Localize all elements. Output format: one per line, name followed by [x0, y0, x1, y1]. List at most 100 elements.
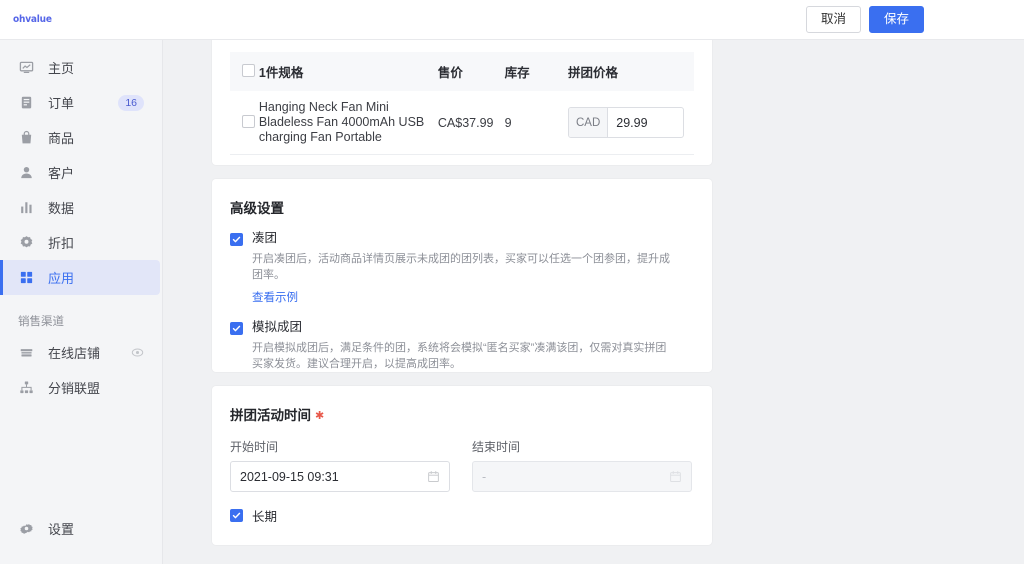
- group-buy-description: 开启凑团后，活动商品详情页展示未成团的团列表，买家可以任选一个团参团，提升成团率…: [252, 253, 670, 281]
- product-bag-icon: [18, 129, 35, 146]
- spec-table: 1件规格 售价 库存 拼团价格 Hanging Neck Fan Mini Bl…: [230, 52, 694, 155]
- currency-prefix: CAD: [569, 108, 609, 137]
- group-price-input[interactable]: 29.99: [608, 108, 683, 137]
- sidebar-bottom: 设置: [0, 511, 162, 564]
- view-example-link[interactable]: 查看示例: [252, 289, 298, 305]
- top-bar: ohvalue 取消 保存: [0, 0, 1024, 40]
- sidebar-item-settings[interactable]: 设置: [0, 511, 160, 546]
- sidebar-item-label: 应用: [48, 271, 75, 286]
- sidebar-item-label: 数据: [48, 201, 75, 216]
- sidebar-item-label: 分销联盟: [48, 381, 101, 396]
- sidebar-item-distribution[interactable]: 分销联盟: [0, 370, 160, 405]
- activity-time-card: 拼团活动时间 ✱ 开始时间 2021-09-15 09:31 结束时间 - 长期: [212, 386, 712, 545]
- required-indicator: ✱: [315, 410, 325, 422]
- simulated-group-checkbox[interactable]: [230, 322, 243, 335]
- calendar-icon: [669, 470, 682, 483]
- brand-logo[interactable]: ohvalue: [0, 0, 163, 40]
- end-time-input[interactable]: -: [472, 461, 692, 492]
- sidebar-item-orders[interactable]: 订单 16: [0, 85, 160, 120]
- date-row: 开始时间 2021-09-15 09:31 结束时间 -: [230, 438, 694, 492]
- option-group-buy-row: 凑团 开启凑团后，活动商品详情页展示未成团的团列表，买家可以任选一个团参团，提升…: [230, 231, 694, 306]
- spec-table-body: Hanging Neck Fan Mini Bladeless Fan 4000…: [230, 91, 694, 155]
- group-buy-content: 凑团 开启凑团后，活动商品详情页展示未成团的团列表，买家可以任选一个团参团，提升…: [252, 231, 694, 306]
- sidebar-item-home[interactable]: 主页: [0, 50, 160, 85]
- orders-icon: [18, 94, 35, 111]
- option-group-buy: 凑团 开启凑团后，活动商品详情页展示未成团的团列表，买家可以任选一个团参团，提升…: [230, 231, 694, 306]
- apps-grid-icon: [18, 269, 35, 286]
- sidebar-item-label: 订单: [48, 96, 75, 111]
- sidebar-item-label: 主页: [48, 61, 75, 76]
- end-time-field: 结束时间 -: [472, 438, 692, 492]
- option-simulated-group: 模拟成团 开启模拟成团后，满足条件的团，系统将会模拟“匿名买家”凑满该团，仅需对…: [230, 320, 694, 372]
- long-term-row: 长期: [230, 506, 694, 525]
- sidebar-item-discounts[interactable]: 折扣: [0, 225, 160, 260]
- main-content: 折扣价 1件规格 售价 库存 拼团价格: [163, 40, 1024, 564]
- start-time-value: 2021-09-15 09:31: [240, 469, 339, 484]
- product-name: Hanging Neck Fan Mini Bladeless Fan 4000…: [258, 100, 425, 144]
- end-time-label: 结束时间: [472, 440, 521, 454]
- group-buy-checkbox[interactable]: [230, 233, 243, 246]
- simulated-group-label: 模拟成团: [252, 320, 303, 334]
- column-header-group-price: 拼团价格: [568, 52, 694, 91]
- store-icon: [18, 344, 35, 361]
- start-time-label: 开始时间: [230, 440, 279, 454]
- long-term-label: 长期: [252, 510, 278, 524]
- row-select-cell: [230, 91, 259, 155]
- sidebar-item-label: 商品: [48, 131, 75, 146]
- advanced-settings-title: 高级设置: [230, 201, 284, 216]
- top-save-button[interactable]: 保存: [868, 6, 924, 33]
- sidebar-item-products[interactable]: 商品: [0, 120, 160, 155]
- spec-table-header-row: 1件规格 售价 库存 拼团价格: [230, 52, 694, 91]
- sidebar-item-online-store[interactable]: 在线店铺: [0, 335, 160, 370]
- row-select-checkbox[interactable]: [242, 114, 255, 128]
- discount-price-heading: 折扣价: [230, 40, 694, 42]
- end-time-value: -: [482, 469, 487, 484]
- start-time-field: 开始时间 2021-09-15 09:31: [230, 438, 450, 492]
- app-root: ohvalue 取消 保存 主页 订单 16 商品 客户 数据 折扣 应用 销售…: [0, 0, 1024, 564]
- advanced-settings-card: 高级设置 凑团 开启凑团后，活动商品详情页展示未成团的团列表，买家可以任选一个团…: [212, 179, 712, 372]
- distribution-icon: [18, 379, 35, 396]
- sidebar-item-customers[interactable]: 客户: [0, 155, 160, 190]
- eye-icon[interactable]: [131, 346, 144, 359]
- row-price: CA$37.99: [437, 91, 505, 155]
- customer-icon: [18, 164, 35, 181]
- column-header-price: 售价: [437, 52, 505, 91]
- column-header-stock: 库存: [504, 52, 568, 91]
- start-time-input[interactable]: 2021-09-15 09:31: [230, 461, 450, 492]
- select-all-header: [230, 52, 259, 91]
- gear-icon: [18, 520, 35, 537]
- group-price-input-wrapper[interactable]: CAD 29.99: [568, 107, 684, 138]
- sidebar-item-label: 客户: [48, 166, 75, 181]
- column-header-spec: 1件规格: [258, 52, 438, 91]
- select-all-checkbox[interactable]: [242, 63, 255, 77]
- sidebar-item-analytics[interactable]: 数据: [0, 190, 160, 225]
- activity-time-title-text: 拼团活动时间: [230, 408, 311, 423]
- sidebar-nav-list: 主页 订单 16 商品 客户 数据 折扣 应用: [0, 50, 162, 295]
- orders-count-badge: 16: [118, 94, 144, 111]
- sidebar: 主页 订单 16 商品 客户 数据 折扣 应用 销售渠道 在线店铺 分销联盟 设…: [0, 40, 163, 564]
- sidebar-item-apps[interactable]: 应用: [0, 260, 160, 295]
- calendar-icon[interactable]: [427, 470, 440, 483]
- long-term-checkbox[interactable]: [230, 509, 243, 522]
- row-product-name-cell: Hanging Neck Fan Mini Bladeless Fan 4000…: [258, 91, 438, 155]
- top-cancel-button[interactable]: 取消: [805, 6, 861, 33]
- discount-icon: [18, 234, 35, 251]
- option-simulated-group-row: 模拟成团 开启模拟成团后，满足条件的团，系统将会模拟“匿名买家”凑满该团，仅需对…: [230, 320, 694, 372]
- sidebar-channels-list: 在线店铺 分销联盟: [0, 335, 162, 405]
- sidebar-item-label: 在线店铺: [48, 346, 101, 361]
- sidebar-item-label: 折扣: [48, 236, 75, 251]
- simulated-group-description: 开启模拟成团后，满足条件的团，系统将会模拟“匿名买家”凑满该团，仅需对真实拼团买…: [252, 342, 667, 370]
- analytics-icon: [18, 199, 35, 216]
- spec-table-head: 1件规格 售价 库存 拼团价格: [230, 52, 694, 91]
- group-buy-label: 凑团: [252, 231, 278, 245]
- row-stock: 9: [504, 91, 568, 155]
- footer-actions: 取消 保存: [212, 559, 449, 564]
- spec-card: 折扣价 1件规格 售价 库存 拼团价格: [212, 40, 712, 165]
- row-group-price-cell: CAD 29.99: [568, 91, 694, 155]
- main-inner: 折扣价 1件规格 售价 库存 拼团价格: [163, 40, 1024, 564]
- top-bar-actions: 取消 保存: [805, 6, 1024, 33]
- sidebar-item-label: 设置: [48, 522, 75, 537]
- body-row: 主页 订单 16 商品 客户 数据 折扣 应用 销售渠道 在线店铺 分销联盟 设…: [0, 40, 1024, 564]
- sidebar-channels-title: 销售渠道: [18, 316, 64, 328]
- activity-time-title: 拼团活动时间 ✱: [230, 386, 694, 438]
